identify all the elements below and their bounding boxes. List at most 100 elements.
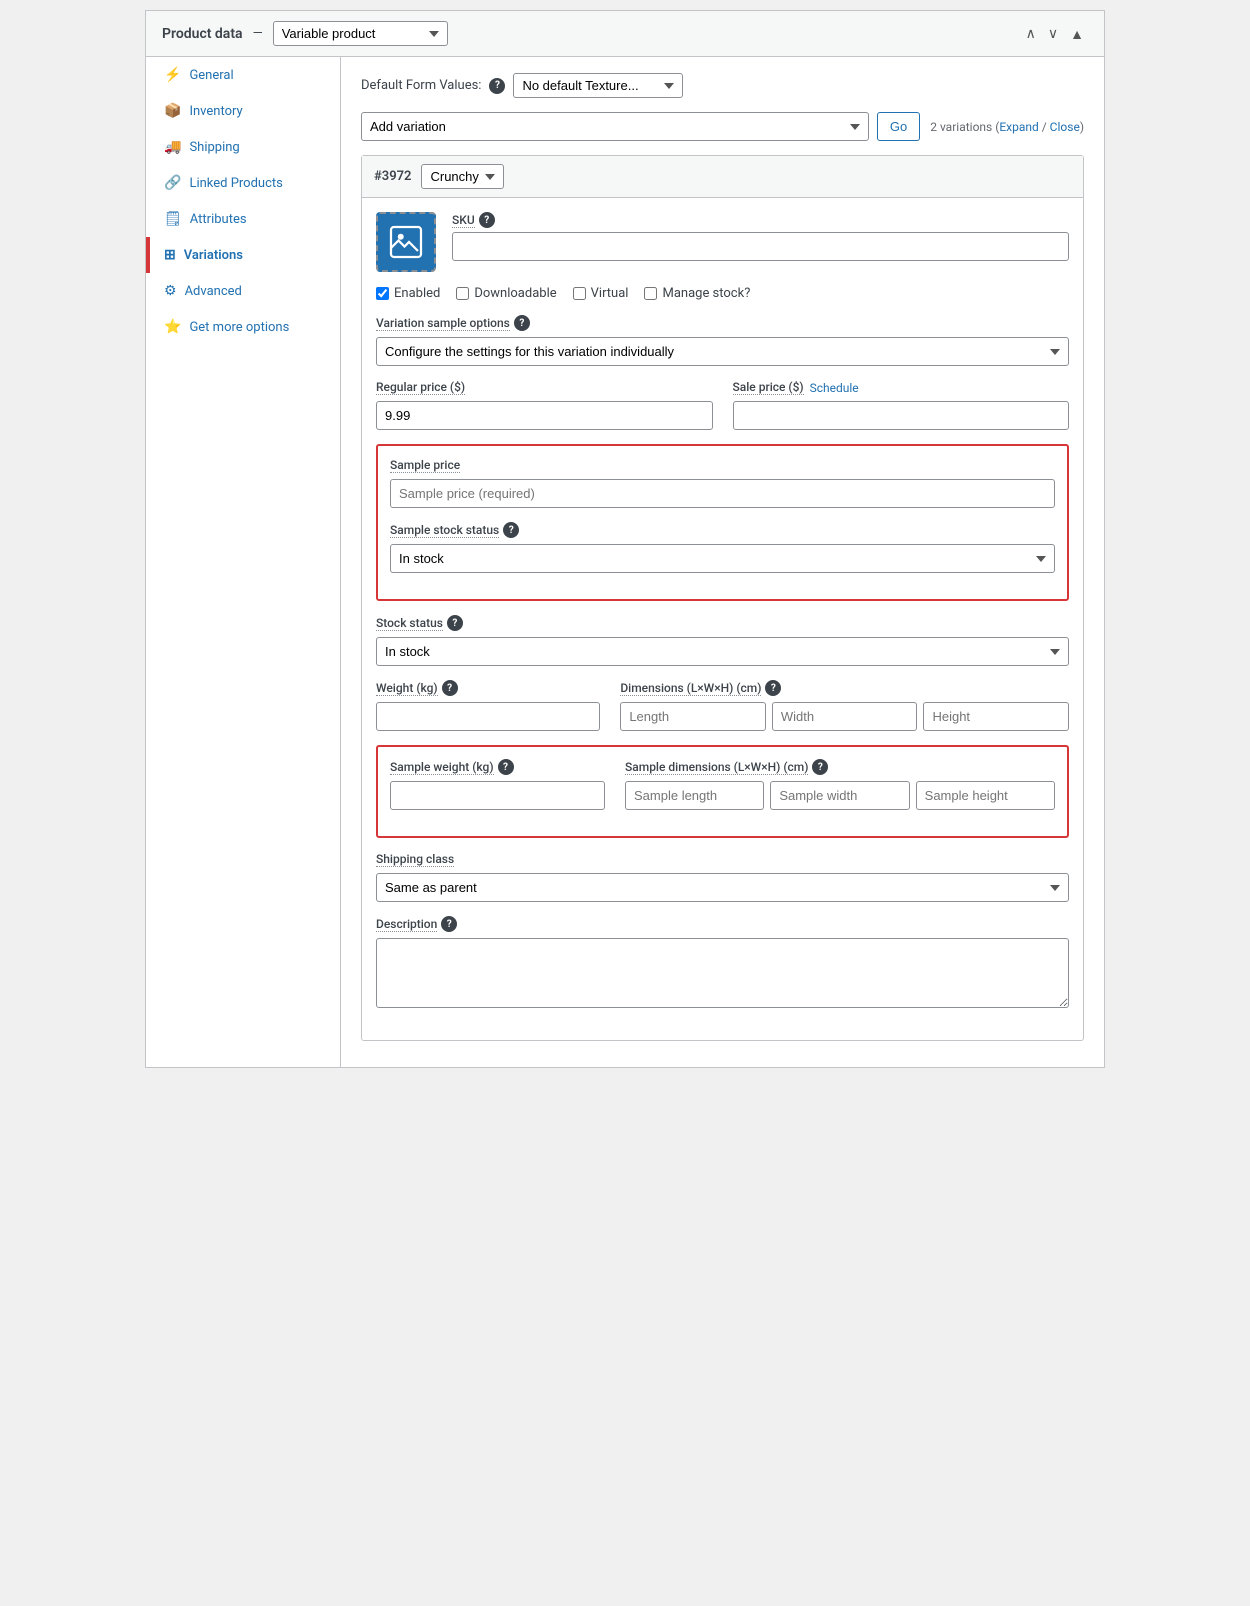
expand-link[interactable]: Expand <box>999 120 1038 134</box>
product-data-header: Product data — Variable product Simple p… <box>146 11 1104 57</box>
sku-label: SKU <box>452 213 475 228</box>
sample-stock-status-help-icon[interactable]: ? <box>503 522 519 538</box>
texture-select[interactable]: No default Texture... <box>513 73 683 98</box>
weight-label-row: Weight (kg) ? <box>376 680 600 696</box>
manage-stock-checkbox[interactable] <box>644 287 657 300</box>
add-variation-select[interactable]: Add variation <box>361 112 869 141</box>
expand-button[interactable]: ▲ <box>1066 23 1088 44</box>
sale-price-input[interactable] <box>733 401 1070 430</box>
sidebar-item-variations-label: Variations <box>184 248 243 263</box>
sample-price-input[interactable] <box>390 479 1055 508</box>
sale-price-label: Sale price ($) <box>733 380 804 395</box>
description-textarea[interactable] <box>376 938 1069 1008</box>
variation-sample-options-label: Variation sample options <box>376 316 510 331</box>
sidebar-item-shipping[interactable]: 🚚 Shipping <box>146 129 340 165</box>
sidebar-item-general[interactable]: ⚡ General <box>146 57 340 93</box>
dimensions-inputs <box>620 702 1069 731</box>
downloadable-checkbox[interactable] <box>456 287 469 300</box>
shipping-class-header: Shipping class <box>376 852 1069 867</box>
regular-price-input[interactable] <box>376 401 713 430</box>
sample-width-input[interactable] <box>770 781 909 810</box>
sidebar-item-general-label: General <box>189 68 233 83</box>
product-data-container: Product data — Variable product Simple p… <box>145 10 1105 1068</box>
collapse-down-button[interactable]: ∨ <box>1044 23 1062 44</box>
variation-sample-options-select[interactable]: Configure the settings for this variatio… <box>376 337 1069 366</box>
sidebar-item-shipping-label: Shipping <box>189 140 239 155</box>
variation-image[interactable] <box>376 212 436 272</box>
sample-dimensions-label: Sample dimensions (L×W×H) (cm) <box>625 760 808 775</box>
stock-status-header: Stock status ? <box>376 615 1069 631</box>
variations-count: 2 variations (Expand / Close) <box>930 120 1084 134</box>
variation-item-header: #3972 Crunchy Smooth <box>362 156 1083 198</box>
variation-sample-options-help-icon[interactable]: ? <box>514 315 530 331</box>
sidebar-item-get-more-options[interactable]: ⭐ Get more options <box>146 309 340 345</box>
sample-stock-status-select[interactable]: In stock Out of stock On backorder <box>390 544 1055 573</box>
default-form-values-help-icon[interactable]: ? <box>489 78 505 94</box>
dimensions-help-icon[interactable]: ? <box>765 680 781 696</box>
downloadable-checkbox-label[interactable]: Downloadable <box>456 286 556 301</box>
enabled-checkbox[interactable] <box>376 287 389 300</box>
variation-sample-options-header: Variation sample options ? <box>376 315 1069 331</box>
stock-status-select[interactable]: In stock Out of stock On backorder <box>376 637 1069 666</box>
regular-price-label-row: Regular price ($) <box>376 380 713 395</box>
sample-dimensions-inputs <box>625 781 1055 810</box>
height-input[interactable] <box>923 702 1069 731</box>
sample-dimensions-help-icon[interactable]: ? <box>812 759 828 775</box>
schedule-link[interactable]: Schedule <box>810 381 859 395</box>
top-row: Default Form Values: ? No default Textur… <box>361 73 1084 98</box>
collapse-up-button[interactable]: ∧ <box>1022 23 1040 44</box>
sidebar-item-inventory[interactable]: 📦 Inventory <box>146 93 340 129</box>
description-header: Description ? <box>376 916 1069 932</box>
sample-stock-status-section: Sample stock status ? In stock Out of st… <box>390 522 1055 573</box>
checkboxes-row: Enabled Downloadable Virtual Manage <box>376 286 1069 301</box>
go-button[interactable]: Go <box>877 112 920 141</box>
sidebar-item-advanced[interactable]: ⚙ Advanced <box>146 273 340 309</box>
weight-help-icon[interactable]: ? <box>442 680 458 696</box>
sample-weight-label-row: Sample weight (kg) ? <box>390 759 605 775</box>
default-form-values-label: Default Form Values: <box>361 78 481 93</box>
sku-label-row: SKU ? <box>452 212 1069 228</box>
header-separator: — <box>253 26 263 41</box>
length-input[interactable] <box>620 702 766 731</box>
variation-name-select[interactable]: Crunchy Smooth <box>421 164 504 189</box>
sample-stock-status-label: Sample stock status <box>390 523 499 538</box>
sku-input[interactable] <box>452 232 1069 261</box>
close-link[interactable]: Close <box>1050 120 1080 134</box>
sample-price-stock-section: Sample price Sample stock status ? In st… <box>376 444 1069 601</box>
weight-group: Weight (kg) ? <box>376 680 600 731</box>
sample-price-label: Sample price <box>390 458 460 473</box>
sample-weight-help-icon[interactable]: ? <box>498 759 514 775</box>
sample-weight-input[interactable] <box>390 781 605 810</box>
sidebar-item-linked-products[interactable]: 🔗 Linked Products <box>146 165 340 201</box>
stock-status-section: Stock status ? In stock Out of stock On … <box>376 615 1069 666</box>
virtual-checkbox[interactable] <box>573 287 586 300</box>
manage-stock-label: Manage stock? <box>662 286 750 301</box>
enabled-label: Enabled <box>394 286 440 301</box>
stock-status-help-icon[interactable]: ? <box>447 615 463 631</box>
product-data-body: ⚡ General 📦 Inventory 🚚 Shipping 🔗 Linke… <box>146 57 1104 1067</box>
width-input[interactable] <box>772 702 918 731</box>
sidebar-item-inventory-label: Inventory <box>189 104 242 119</box>
virtual-checkbox-label[interactable]: Virtual <box>573 286 629 301</box>
variation-row: Add variation Go 2 variations (Expand / … <box>361 112 1084 141</box>
weight-input[interactable] <box>376 702 600 731</box>
dimensions-label: Dimensions (L×W×H) (cm) <box>620 681 761 696</box>
sample-length-input[interactable] <box>625 781 764 810</box>
sku-help-icon[interactable]: ? <box>479 212 495 228</box>
product-type-select[interactable]: Variable product Simple product Grouped … <box>273 21 448 46</box>
enabled-checkbox-label[interactable]: Enabled <box>376 286 440 301</box>
manage-stock-checkbox-label[interactable]: Manage stock? <box>644 286 750 301</box>
variations-count-text: 2 variations <box>930 120 992 134</box>
sample-height-input[interactable] <box>916 781 1055 810</box>
description-help-icon[interactable]: ? <box>441 916 457 932</box>
dimensions-group: Dimensions (L×W×H) (cm) ? <box>620 680 1069 731</box>
sample-weight-group: Sample weight (kg) ? <box>390 759 605 810</box>
shipping-class-select[interactable]: Same as parent No shipping class <box>376 873 1069 902</box>
regular-price-group: Regular price ($) <box>376 380 713 430</box>
get-more-options-icon: ⭐ <box>164 319 181 335</box>
sidebar-item-variations[interactable]: ⊞ Variations <box>146 237 340 273</box>
description-label: Description <box>376 917 437 932</box>
sidebar-item-attributes[interactable]: 🗒 Attributes <box>146 201 340 237</box>
sample-stock-status-header: Sample stock status ? <box>390 522 1055 538</box>
sample-dimensions-group: Sample dimensions (L×W×H) (cm) ? <box>625 759 1055 810</box>
